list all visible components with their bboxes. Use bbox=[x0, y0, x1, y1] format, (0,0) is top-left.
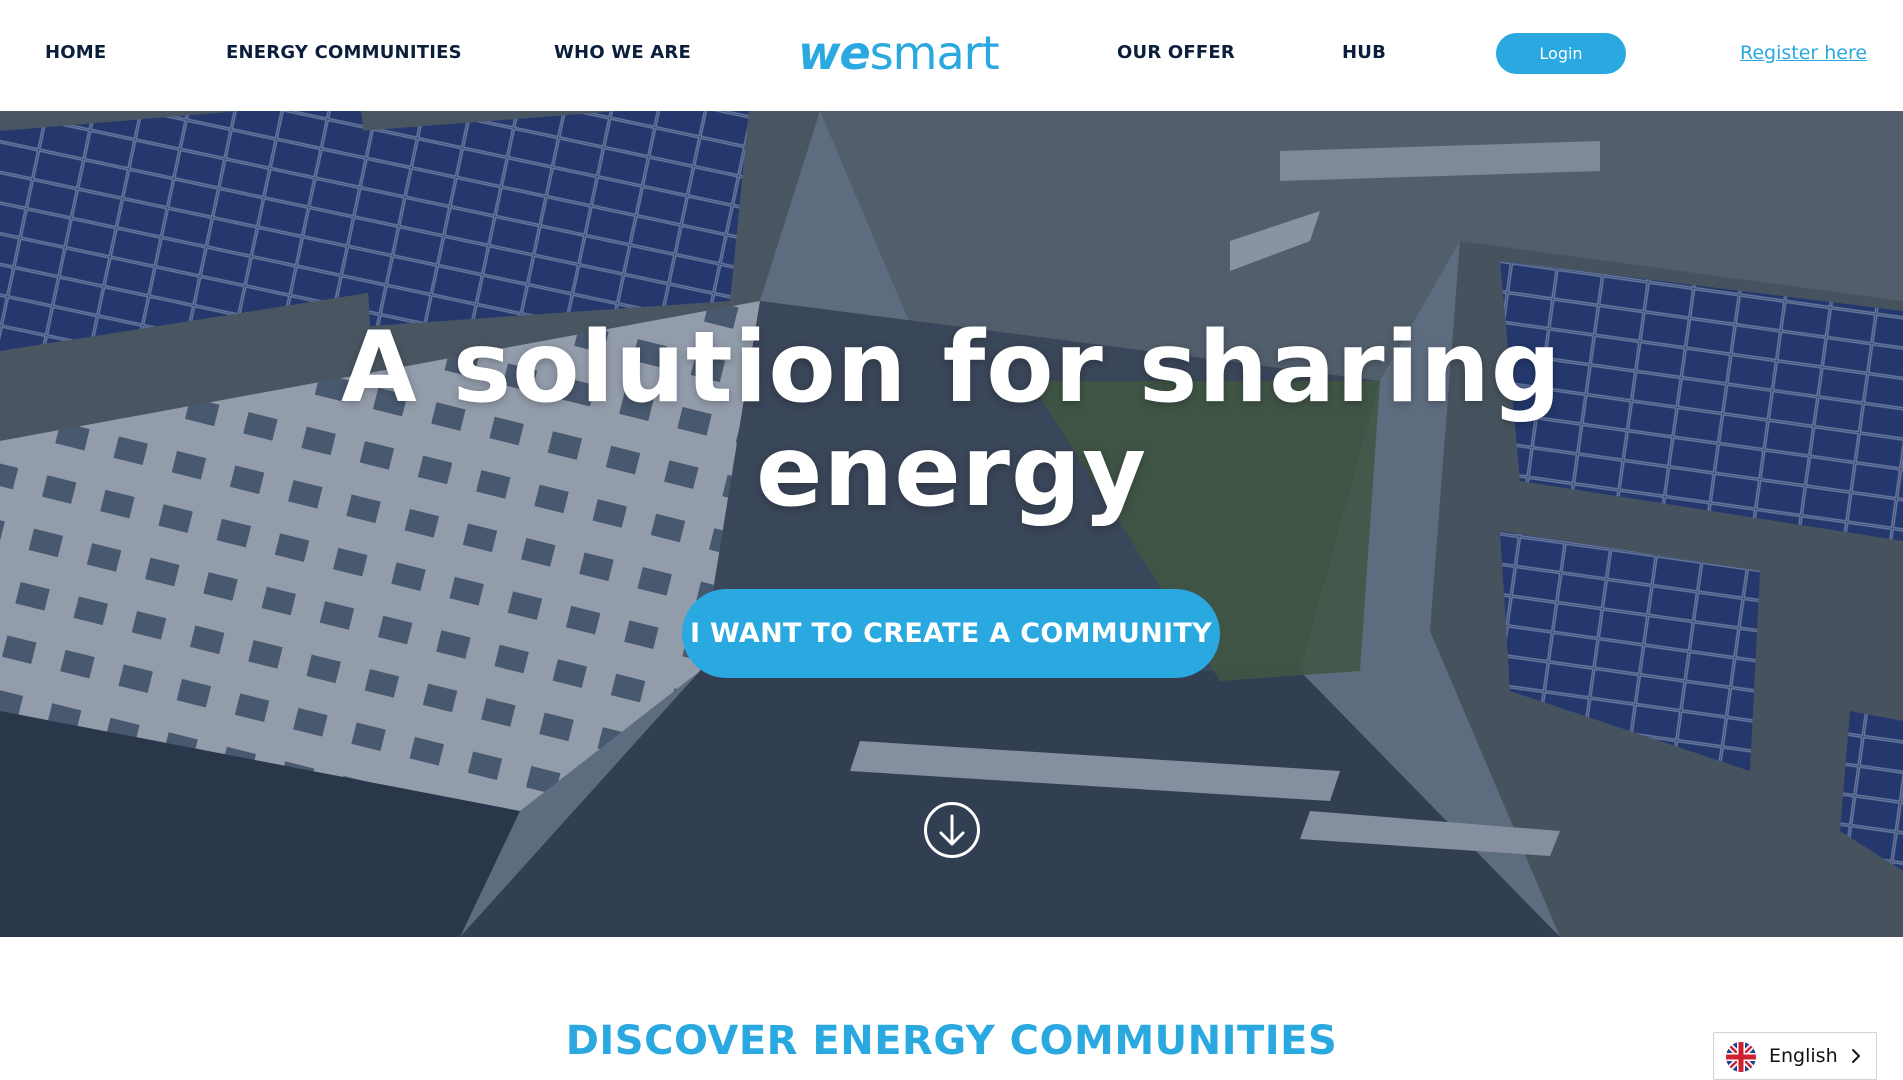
uk-flag-icon bbox=[1726, 1042, 1756, 1072]
chevron-right-icon bbox=[1852, 1049, 1860, 1063]
arrow-down-icon bbox=[939, 814, 965, 846]
hero-section: A solution for sharing energy I WANT TO … bbox=[0, 111, 1903, 937]
scroll-down-button[interactable] bbox=[924, 802, 980, 858]
create-community-button[interactable]: I WANT TO CREATE A COMMUNITY bbox=[682, 589, 1220, 678]
hero-title-line-2: energy bbox=[755, 415, 1148, 529]
wesmart-logo[interactable]: wesmart bbox=[798, 26, 1000, 80]
nav-energy-communities[interactable]: ENERGY COMMUNITIES bbox=[226, 42, 462, 63]
logo-smart: smart bbox=[869, 26, 1000, 80]
site-header: HOME ENERGY COMMUNITIES WHO WE ARE wesma… bbox=[0, 0, 1903, 111]
login-button[interactable]: Login bbox=[1496, 33, 1626, 74]
register-link[interactable]: Register here bbox=[1740, 42, 1867, 64]
language-switcher[interactable]: English bbox=[1713, 1032, 1877, 1080]
nav-our-offer[interactable]: OUR OFFER bbox=[1117, 42, 1235, 63]
nav-home[interactable]: HOME bbox=[45, 42, 106, 63]
language-label: English bbox=[1769, 1045, 1838, 1067]
logo-we: we bbox=[798, 26, 871, 80]
section-title: DISCOVER ENERGY COMMUNITIES bbox=[565, 1018, 1338, 1064]
hero-title: A solution for sharing energy bbox=[0, 316, 1903, 524]
hero-title-line-1: A solution for sharing bbox=[340, 311, 1563, 425]
nav-who-we-are[interactable]: WHO WE ARE bbox=[554, 42, 691, 63]
nav-hub[interactable]: HUB bbox=[1342, 42, 1386, 63]
